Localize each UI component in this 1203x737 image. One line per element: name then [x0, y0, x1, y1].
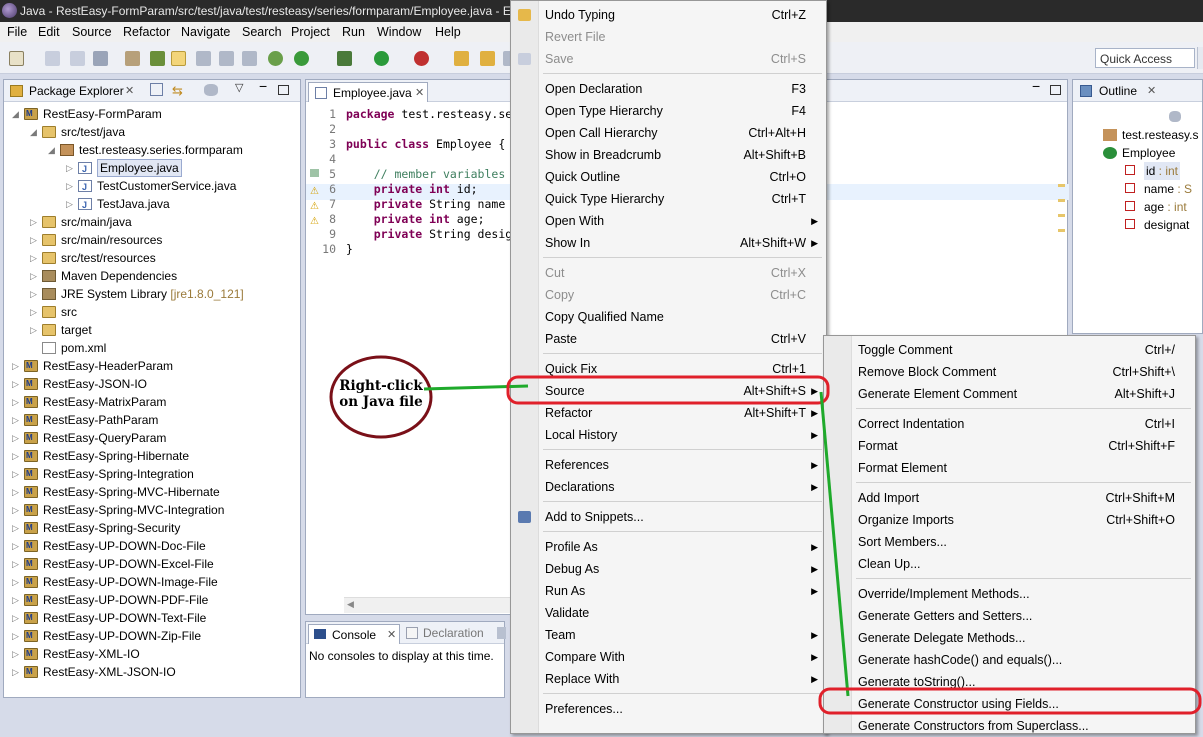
annotation-label: Right-click on Java file — [339, 378, 423, 410]
constructor-highlight — [818, 687, 1202, 715]
source-highlight — [506, 375, 830, 405]
annotation-arrow — [423, 384, 529, 391]
annotation-overlay — [329, 355, 1202, 715]
annotation-connector — [819, 391, 850, 697]
